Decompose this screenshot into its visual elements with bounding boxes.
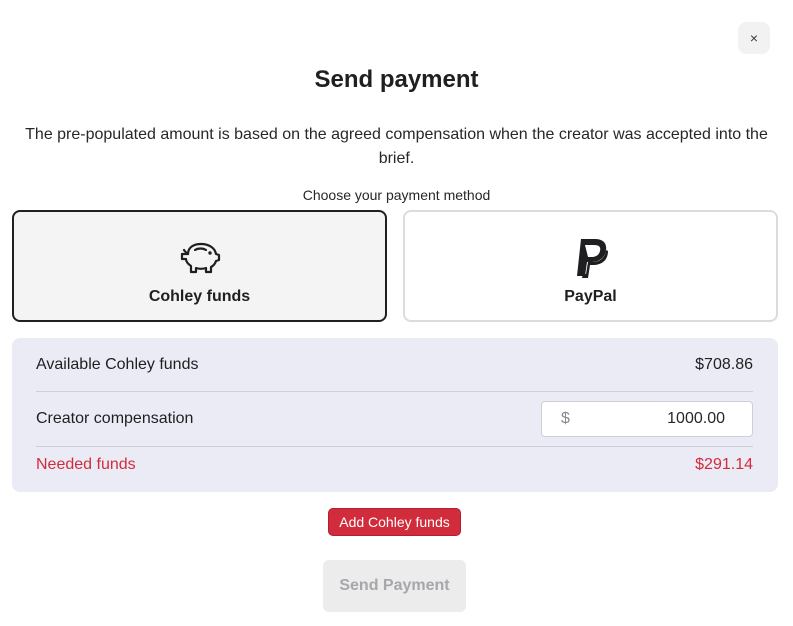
divider xyxy=(36,391,753,392)
piggy-bank-icon xyxy=(179,238,221,278)
close-button[interactable]: × xyxy=(738,22,770,54)
available-funds-row: Available Cohley funds $708.86 xyxy=(36,354,753,376)
payment-method-paypal[interactable]: PayPal xyxy=(403,210,778,322)
modal-title: Send payment xyxy=(314,66,479,93)
send-payment-modal: × Send payment The pre-populated amount … xyxy=(0,0,793,626)
creator-compensation-row: Creator compensation $ xyxy=(36,400,753,438)
send-payment-button[interactable]: Send Payment xyxy=(323,560,466,612)
payment-method-name: Cohley funds xyxy=(148,288,251,305)
compensation-amount-input[interactable] xyxy=(569,410,725,428)
needed-funds-label: Needed funds xyxy=(36,456,136,473)
paypal-icon xyxy=(573,238,609,278)
compensation-amount-field[interactable]: $ xyxy=(541,401,753,437)
payment-method-cohley-funds[interactable]: Cohley funds xyxy=(12,210,387,322)
available-funds-label: Available Cohley funds xyxy=(36,356,199,373)
needed-funds-row: Needed funds $291.14 xyxy=(36,454,753,476)
creator-compensation-label: Creator compensation xyxy=(36,410,194,427)
payment-method-label: Choose your payment method xyxy=(302,187,491,203)
add-cohley-funds-button[interactable]: Add Cohley funds xyxy=(328,508,461,536)
available-funds-value: $708.86 xyxy=(695,356,753,373)
payment-method-name: PayPal xyxy=(564,288,617,305)
currency-symbol: $ xyxy=(561,410,570,427)
divider xyxy=(36,446,753,447)
needed-funds-value: $291.14 xyxy=(695,456,753,473)
modal-description: The pre-populated amount is based on the… xyxy=(25,126,768,167)
close-icon: × xyxy=(749,30,759,46)
funds-summary-panel: Available Cohley funds $708.86 Creator c… xyxy=(12,338,778,492)
